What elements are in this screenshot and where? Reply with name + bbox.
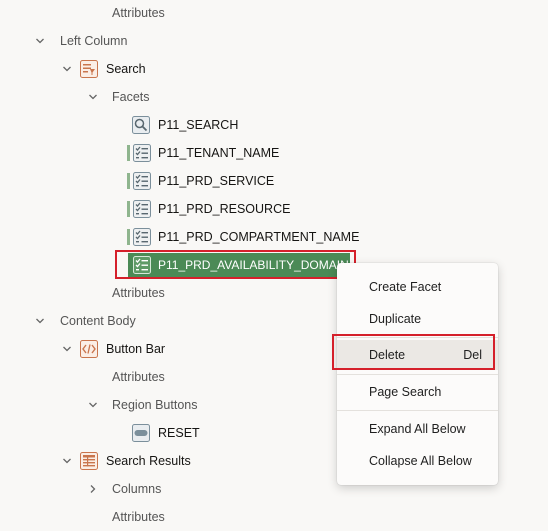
tree-node-label: Attributes xyxy=(112,370,165,384)
button-icon xyxy=(132,424,150,442)
context-menu: Create Facet Duplicate Delete Del Page S… xyxy=(337,263,498,485)
checklist-icon xyxy=(133,256,151,274)
tree-node-search-region[interactable]: Search xyxy=(0,55,548,83)
report-table-icon xyxy=(80,452,98,470)
tree-node-label: Content Body xyxy=(60,314,136,328)
tree-node-label: Left Column xyxy=(60,34,128,48)
menu-item-label: Duplicate xyxy=(369,312,422,326)
chevron-down-icon[interactable] xyxy=(61,343,73,355)
tree-node-label: Attributes xyxy=(112,6,165,20)
tree-node-label: Columns xyxy=(112,482,162,496)
checklist-icon xyxy=(133,228,151,246)
tree-node-facet[interactable]: P11_PRD_COMPARTMENT_NAME xyxy=(0,223,548,251)
code-region-icon xyxy=(80,340,98,358)
tree-node-label: Search xyxy=(106,62,146,76)
tree-node-left-column[interactable]: Left Column xyxy=(0,27,548,55)
magnifier-icon xyxy=(132,116,150,134)
tree-node-label: Search Results xyxy=(106,454,191,468)
tree-node-facet[interactable]: P11_PRD_RESOURCE xyxy=(0,195,548,223)
tree-node-label: Attributes xyxy=(112,286,165,300)
tree-node-attributes-top[interactable]: Attributes xyxy=(0,0,548,27)
tree-node-label: RESET xyxy=(158,426,200,440)
menu-separator xyxy=(337,337,498,338)
tree-node-facet[interactable]: P11_TENANT_NAME xyxy=(0,139,548,167)
facet-marker xyxy=(127,229,130,245)
menu-item-label: Page Search xyxy=(369,385,442,399)
menu-item-expand-all-below[interactable]: Expand All Below xyxy=(337,414,498,444)
checklist-icon xyxy=(133,200,151,218)
tree-node-label: P11_PRD_AVAILABILITY_DOMAIN xyxy=(158,258,349,272)
tree-node-facets[interactable]: Facets xyxy=(0,83,548,111)
menu-item-label: Create Facet xyxy=(369,280,442,294)
menu-item-create-facet[interactable]: Create Facet xyxy=(337,272,498,302)
tree-node-label: Facets xyxy=(112,90,150,104)
chevron-down-icon[interactable] xyxy=(34,315,46,327)
facet-marker xyxy=(127,201,130,217)
menu-item-delete[interactable]: Delete Del xyxy=(337,340,498,370)
tree-node-facet[interactable]: P11_SEARCH xyxy=(0,111,548,139)
chevron-right-icon[interactable] xyxy=(87,483,99,495)
tree-node-label: P11_SEARCH xyxy=(158,118,239,132)
tree-node-label: P11_PRD_COMPARTMENT_NAME xyxy=(158,230,360,244)
menu-item-shortcut: Del xyxy=(463,348,482,362)
checklist-icon xyxy=(133,172,151,190)
menu-item-label: Collapse All Below xyxy=(369,454,472,468)
menu-item-duplicate[interactable]: Duplicate xyxy=(337,304,498,334)
menu-separator xyxy=(337,410,498,411)
tree-node-label: P11_PRD_SERVICE xyxy=(158,174,275,188)
chevron-down-icon[interactable] xyxy=(87,91,99,103)
checklist-icon xyxy=(133,144,151,162)
tree-node-label: P11_PRD_RESOURCE xyxy=(158,202,291,216)
tree-node-facet[interactable]: P11_PRD_SERVICE xyxy=(0,167,548,195)
menu-item-collapse-all-below[interactable]: Collapse All Below xyxy=(337,446,498,476)
facet-marker xyxy=(127,145,130,161)
tree-node-label: P11_TENANT_NAME xyxy=(158,146,280,160)
menu-item-label: Expand All Below xyxy=(369,422,466,436)
menu-item-page-search[interactable]: Page Search xyxy=(337,377,498,407)
facet-marker xyxy=(127,173,130,189)
chevron-down-icon[interactable] xyxy=(34,35,46,47)
chevron-down-icon[interactable] xyxy=(87,399,99,411)
chevron-down-icon[interactable] xyxy=(61,63,73,75)
menu-item-label: Delete xyxy=(369,348,406,362)
tree-node-label: Region Buttons xyxy=(112,398,198,412)
tree-node-label: Button Bar xyxy=(106,342,166,356)
faceted-search-region-icon xyxy=(80,60,98,78)
chevron-down-icon[interactable] xyxy=(61,455,73,467)
menu-separator xyxy=(337,374,498,375)
